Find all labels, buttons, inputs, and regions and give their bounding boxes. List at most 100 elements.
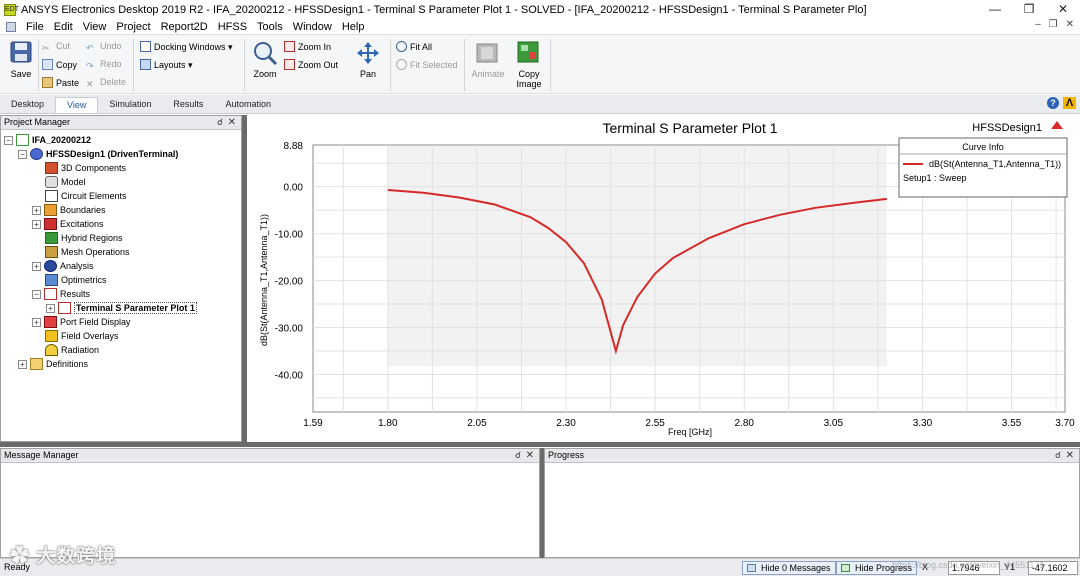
collapse-icon[interactable]: − — [32, 289, 41, 299]
expand-icon[interactable]: + — [32, 261, 41, 271]
horizontal-splitter[interactable] — [0, 442, 1080, 447]
mdi-minimize-icon[interactable]: – — [1035, 19, 1041, 30]
expand-icon[interactable]: + — [32, 219, 41, 229]
progress-panel: Progress ☌ ✕ — [544, 448, 1080, 558]
magnifier-icon[interactable] — [252, 40, 278, 66]
tree-item-port-field-display[interactable]: + Port Field Display — [32, 315, 131, 329]
close-icon[interactable]: ✕ — [1066, 449, 1074, 462]
tree-item-boundaries[interactable]: + Boundaries — [32, 203, 106, 217]
restore-icon[interactable]: ❐ — [1012, 0, 1046, 19]
close-icon[interactable]: ✕ — [228, 116, 236, 129]
tree-item-3d-components[interactable]: 3D Components — [45, 161, 126, 175]
ribbon: Save ✂ Cut Copy Paste ↶ Undo ↷ Redo ✕ Delete… — [0, 34, 1080, 94]
expand-icon[interactable]: + — [32, 205, 41, 215]
messages-icon — [747, 564, 756, 572]
fit-all-button[interactable]: Fit All — [396, 41, 432, 52]
undo-button[interactable]: ↶ Undo — [86, 41, 122, 54]
menu-project[interactable]: Project — [111, 21, 155, 33]
menu-view[interactable]: View — [78, 21, 112, 33]
tab-view[interactable]: View — [55, 97, 99, 113]
tab-results[interactable]: Results — [162, 97, 214, 113]
menu-tools[interactable]: Tools — [252, 21, 288, 33]
tree-item-mesh-operations[interactable]: Mesh Operations — [45, 245, 130, 259]
collapse-icon[interactable]: − — [4, 135, 13, 145]
expand-icon[interactable]: + — [46, 303, 55, 313]
menu-window[interactable]: Window — [288, 21, 337, 33]
tree-item-excitations[interactable]: + Excitations — [32, 217, 104, 231]
x-tick-label: 2.30 — [556, 418, 576, 429]
tree-item-model[interactable]: Model — [45, 175, 86, 189]
pan-icon[interactable] — [356, 41, 380, 65]
paste-icon — [42, 77, 53, 88]
film-icon[interactable] — [476, 43, 498, 63]
s-parameter-chart[interactable]: 1.59 1.80 2.05 2.30 2.55 2.80 3.05 3.30 3.55 3.70… — [247, 115, 1080, 442]
help-icons: ? Λ — [1047, 97, 1076, 109]
close-icon[interactable]: ✕ — [1046, 0, 1080, 19]
y-tick-label: -30.00 — [275, 324, 304, 335]
copy-button[interactable]: Copy — [42, 59, 77, 70]
tree-item-project[interactable]: − IFA_20200212 — [4, 133, 91, 147]
fit-selected-button[interactable]: Fit Selected — [396, 59, 458, 70]
excitations-icon — [44, 218, 57, 230]
pan-button[interactable]: Pan — [352, 69, 384, 79]
animate-button[interactable]: Animate — [468, 69, 508, 79]
x-tick-label: 2.80 — [735, 418, 755, 429]
tree-item-definitions[interactable]: + Definitions — [18, 357, 88, 371]
paste-button[interactable]: Paste — [42, 77, 79, 88]
docking-windows-button[interactable]: Docking Windows ▾ — [140, 41, 233, 53]
tree-item-circuit-elements[interactable]: Circuit Elements — [45, 189, 127, 203]
pin-icon[interactable]: ☌ — [217, 116, 223, 129]
tree-item-analysis[interactable]: + Analysis — [32, 259, 94, 273]
help-icon[interactable]: ? — [1047, 97, 1059, 109]
panel-title: Project Manager — [4, 117, 71, 127]
copy-image-button[interactable]: Copy — [510, 69, 548, 79]
tree-item-radiation[interactable]: Radiation — [45, 343, 99, 357]
tree-item-results[interactable]: − Results — [32, 287, 90, 301]
plot-icon — [58, 302, 71, 314]
ansys-logo-icon[interactable]: Λ — [1063, 97, 1076, 109]
minimize-icon[interactable]: — — [978, 0, 1012, 19]
collapse-icon[interactable]: − — [18, 149, 27, 159]
menu-hfss[interactable]: HFSS — [213, 21, 252, 33]
tree-item-design[interactable]: − HFSSDesign1 (DrivenTerminal) — [18, 147, 178, 161]
expand-icon[interactable]: + — [18, 359, 27, 369]
y-tick-label: 0.00 — [284, 183, 304, 194]
close-icon[interactable]: ✕ — [526, 449, 534, 462]
hide-messages-button[interactable]: Hide 0 Messages — [742, 561, 836, 575]
tab-automation[interactable]: Automation — [214, 97, 282, 113]
tree-item-field-overlays[interactable]: Field Overlays — [45, 329, 119, 343]
menu-edit[interactable]: Edit — [49, 21, 78, 33]
save-icon[interactable] — [10, 41, 32, 63]
zoom-in-icon — [284, 41, 295, 52]
mdi-restore-icon[interactable]: ❐ — [1049, 19, 1058, 30]
circuit-icon — [45, 190, 58, 202]
layouts-button[interactable]: Layouts ▾ — [140, 59, 193, 71]
menu-help[interactable]: Help — [337, 21, 370, 33]
mdi-close-icon[interactable]: ✕ — [1066, 19, 1074, 30]
pin-icon[interactable]: ☌ — [1055, 449, 1061, 462]
menu-report2d[interactable]: Report2D — [156, 21, 213, 33]
delete-button[interactable]: ✕ Delete — [86, 77, 126, 90]
tab-simulation[interactable]: Simulation — [98, 97, 162, 113]
curve-info-legend[interactable]: Curve Info dB(St(Antenna_T1,Antenna_T1))… — [898, 137, 1068, 198]
save-button[interactable]: Save — [8, 69, 34, 79]
zoom-out-button[interactable]: Zoom Out — [284, 59, 338, 70]
y-tick-label: 8.88 — [284, 141, 304, 152]
document-icon[interactable] — [6, 21, 16, 32]
tab-desktop[interactable]: Desktop — [0, 97, 55, 113]
layout-icon — [140, 59, 151, 70]
model-icon — [45, 176, 58, 188]
tree-item-hybrid-regions[interactable]: Hybrid Regions — [45, 231, 123, 245]
zoom-in-button[interactable]: Zoom In — [284, 41, 331, 52]
watermark-url: https://blog.csdn.net/weixin_44551171 — [892, 560, 1045, 570]
cut-button[interactable]: ✂ Cut — [42, 41, 70, 54]
redo-button[interactable]: ↷ Redo — [86, 59, 122, 72]
expand-icon[interactable]: + — [32, 317, 41, 327]
zoom-button[interactable]: Zoom — [249, 69, 281, 79]
copy-image-icon[interactable] — [517, 41, 539, 63]
x-tick-label: 3.70 — [1055, 418, 1075, 429]
tree-item-optimetrics[interactable]: Optimetrics — [45, 273, 107, 287]
menu-file[interactable]: File — [21, 21, 49, 33]
pin-icon[interactable]: ☌ — [515, 449, 521, 462]
tree-item-s-parameter-plot[interactable]: + Terminal S Parameter Plot 1 — [46, 301, 197, 315]
